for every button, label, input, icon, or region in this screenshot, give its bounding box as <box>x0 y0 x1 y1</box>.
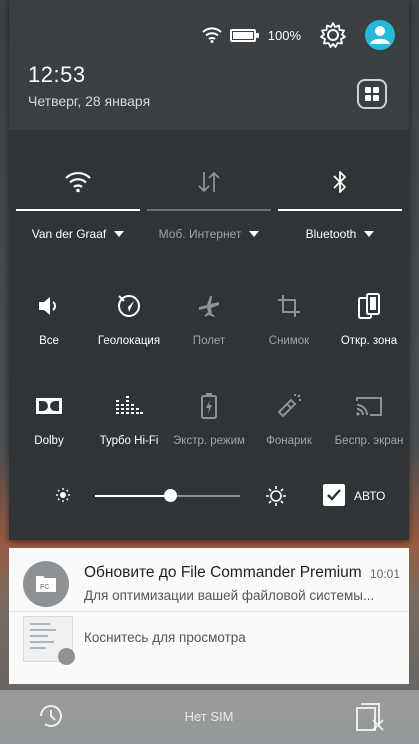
wifi-network-label: Van der Graaf <box>31 227 107 241</box>
notification-title: Обновите до File Commander Premium <box>84 564 362 581</box>
auto-brightness-label: АВТО <box>354 489 386 503</box>
no-sim-label: Нет SIM <box>184 709 234 724</box>
brightness-row: АВТО <box>9 478 409 514</box>
tile-label: Dolby <box>34 435 64 447</box>
wifi-network-dropdown[interactable]: Van der Graaf <box>16 227 140 241</box>
tiles-row-2: Dolby Турбо Hi-Fi Экстр. режим Фонарик Б… <box>9 384 409 484</box>
tile-sound[interactable]: Все <box>9 284 89 384</box>
clear-all-icon[interactable] <box>353 698 387 739</box>
chevron-down-icon <box>249 231 260 237</box>
tile-location[interactable]: Геолокация <box>89 284 169 384</box>
tile-turbo-hifi[interactable]: Турбо Hi-Fi <box>89 384 169 484</box>
tile-screenshot[interactable]: Снимок <box>249 284 329 384</box>
tile-label: Откр. зона <box>340 335 398 347</box>
bottom-bar: Нет SIM <box>9 690 409 744</box>
tile-extreme-mode[interactable]: Экстр. режим <box>169 384 249 484</box>
mobile-data-arrows-icon <box>147 160 271 204</box>
tile-label: Беспр. экран <box>334 435 404 447</box>
brightness-slider-fill <box>95 495 171 497</box>
wifi-toggle[interactable]: Van der Graaf <box>16 160 140 250</box>
status-icons: 100% <box>202 18 395 52</box>
mobile-data-dropdown[interactable]: Моб. Интернет <box>147 227 271 241</box>
user-avatar-icon[interactable] <box>365 20 395 50</box>
tile-cast-screen[interactable]: Беспр. экран <box>329 384 409 484</box>
tile-label: Полет <box>192 335 226 347</box>
svg-text:FC: FC <box>40 584 49 591</box>
volume-icon <box>9 284 89 328</box>
notification-file-commander[interactable]: FC Обновите до File Commander Premium 10… <box>9 548 409 612</box>
tile-label: Геолокация <box>97 335 161 347</box>
shade-header: 100% 12:53 Четверг, 28 января <box>9 0 409 130</box>
flashlight-icon <box>249 384 329 428</box>
settings-gear-icon[interactable] <box>319 21 347 49</box>
wifi-icon <box>16 160 140 204</box>
chevron-down-icon <box>364 231 375 237</box>
tile-hotspot[interactable]: Откр. зона <box>329 284 409 384</box>
notification-time: 10:01 <box>369 567 400 581</box>
location-icon <box>89 284 169 328</box>
tile-dolby[interactable]: Dolby <box>9 384 89 484</box>
cast-icon <box>329 384 409 428</box>
tile-label: Экстр. режим <box>173 435 245 447</box>
brightness-low-icon <box>55 487 71 508</box>
brightness-slider-thumb[interactable] <box>163 489 177 502</box>
notification-screenshot[interactable]: Коснитесь для просмотра <box>9 612 409 684</box>
notification-shade: 100% 12:53 Четверг, 28 января Van der Gr… <box>9 0 409 540</box>
quick-settings-tiles: Все Геолокация Полет Снимок Откр. зона D… <box>9 284 409 484</box>
tile-label: Все <box>39 335 59 347</box>
hotspot-icon <box>329 284 409 328</box>
battery-percent: 100% <box>267 27 301 43</box>
clock-time: 12:53 <box>28 62 86 87</box>
dolby-icon <box>9 384 89 428</box>
auto-brightness-checkbox[interactable] <box>323 484 345 506</box>
bluetooth-toggle[interactable]: Bluetooth <box>278 160 402 250</box>
bluetooth-label: Bluetooth <box>305 227 357 241</box>
screenshot-thumbnail <box>23 616 75 665</box>
file-commander-icon: FC <box>23 561 69 607</box>
image-badge-icon <box>58 648 75 665</box>
mobile-data-label: Моб. Интернет <box>158 227 242 241</box>
wifi-signal-icon <box>202 27 222 43</box>
tile-flashlight[interactable]: Фонарик <box>249 384 329 484</box>
checkmark-icon <box>327 489 341 501</box>
battery-icon <box>229 28 259 42</box>
clock-date: Четверг, 28 января <box>28 93 151 109</box>
tiles-row-1: Все Геолокация Полет Снимок Откр. зона <box>9 284 409 384</box>
mobile-data-toggle[interactable]: Моб. Интернет <box>147 160 271 250</box>
bluetooth-icon <box>278 160 402 204</box>
tile-label: Фонарик <box>266 435 312 447</box>
bluetooth-dropdown[interactable]: Bluetooth <box>278 227 402 241</box>
notification-text: Коснитесь для просмотра <box>84 630 246 645</box>
screen: 100% 12:53 Четверг, 28 января Van der Gr… <box>0 0 419 744</box>
tile-label: Турбо Hi-Fi <box>99 435 159 447</box>
tile-airplane[interactable]: Полет <box>169 284 249 384</box>
connectivity-row: Van der Graaf Моб. Интернет Bluetooth <box>9 160 409 250</box>
notification-text: Для оптимизации вашей файловой системы..… <box>84 588 375 603</box>
crop-icon <box>249 284 329 328</box>
chevron-down-icon <box>114 231 125 237</box>
battery-saver-icon <box>169 384 249 428</box>
brightness-high-icon <box>265 485 287 512</box>
edit-tiles-grid-icon[interactable] <box>357 79 387 109</box>
equalizer-icon <box>89 384 169 428</box>
airplane-icon <box>169 284 249 328</box>
tile-label: Снимок <box>268 335 310 347</box>
